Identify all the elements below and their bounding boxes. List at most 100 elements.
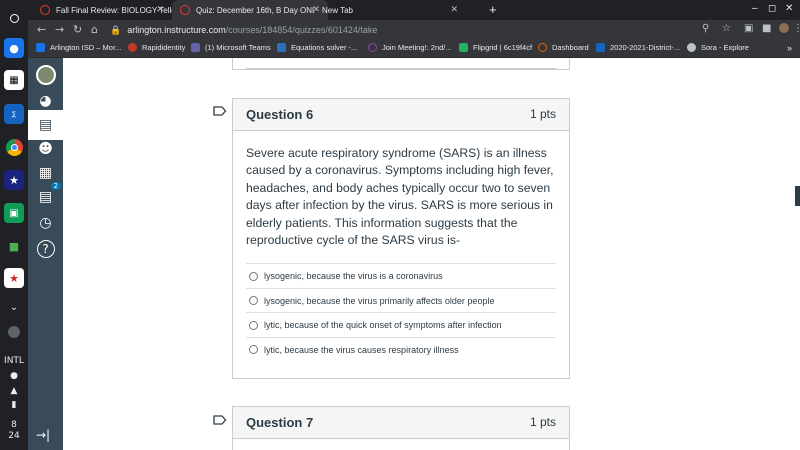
dashboard-icon: ◕ — [39, 93, 52, 109]
bookmark-favicon-icon — [36, 43, 45, 52]
menu-icon[interactable]: ⋮ — [793, 23, 800, 34]
help-icon: ? — [36, 240, 55, 258]
star-app-icon[interactable]: ★ — [4, 170, 24, 190]
scrollbar-thumb[interactable] — [795, 186, 800, 206]
minimize-icon[interactable]: – — [752, 3, 758, 14]
nav-help[interactable]: ? — [28, 234, 63, 264]
answer-option[interactable]: lysogenic, because the virus primarily a… — [246, 287, 556, 313]
forward-icon[interactable]: → — [55, 23, 64, 36]
question-text: Severe acute respiratory syndrome (SARS)… — [246, 146, 554, 248]
home-icon[interactable]: ⌂ — [91, 23, 98, 36]
question-card: Question 7 1 pts — [232, 406, 570, 450]
tab-label: Quiz: December 16th, B Day ONL — [196, 5, 314, 15]
tab-new-tab[interactable]: New Tab ✕ — [314, 0, 458, 20]
bookmark-favicon-icon — [459, 43, 468, 52]
back-icon[interactable]: ← — [37, 23, 46, 36]
tab-fall-final-review[interactable]: Fall Final Review: BIOLOGY-Tello ✕ — [32, 0, 172, 20]
radio-button[interactable] — [249, 345, 258, 355]
bookmark-item[interactable]: Rapididentity — [128, 43, 185, 52]
tab-quiz[interactable]: Quiz: December 16th, B Day ONL ✕ — [172, 0, 328, 20]
answer-option[interactable]: lysogenic, because the virus is a corona… — [246, 263, 556, 288]
question-header: Question 7 1 pts — [233, 407, 569, 439]
url-host: arlington.instructure.com — [127, 25, 226, 35]
bookmark-item[interactable]: Sora - Explore — [687, 43, 749, 52]
bookmark-item[interactable]: Join Meeting!: 2nd/... — [368, 43, 452, 52]
bookmark-favicon-icon — [596, 43, 605, 52]
canvas-global-nav: ◕ ▤ ☻ ▦ ▤ 2 ◷ ? →| — [28, 58, 63, 450]
question-points: 1 pts — [529, 415, 556, 429]
bookmark-favicon-icon — [687, 43, 696, 52]
battery-icon: ▮ — [11, 400, 17, 410]
wifi-icon: ▲ — [10, 386, 18, 396]
bookmarks-overflow-button[interactable]: » — [787, 43, 792, 53]
collapse-nav-button[interactable]: →| — [36, 428, 50, 442]
chevron-down-icon[interactable]: ⌄ — [4, 297, 24, 317]
answer-option[interactable]: lytic, because the virus causes respirat… — [246, 336, 556, 362]
question-title: Question 7 — [246, 415, 314, 430]
reload-icon[interactable]: ↻ — [73, 23, 82, 36]
tab-label: Fall Final Review: BIOLOGY-Tello — [56, 5, 172, 15]
question-points: 1 pts — [529, 107, 556, 121]
clock-minute[interactable]: 24 — [0, 431, 28, 441]
texas-app-icon[interactable]: ★ — [4, 268, 24, 288]
chromeos-shelf: ● ▦ ∑ ★ ▣ ■ ★ ⌄ INTL ● ▲ ▮ 8 24 — [0, 0, 28, 450]
profile-avatar[interactable] — [779, 23, 789, 36]
inbox-icon: ▤ — [38, 189, 53, 205]
assistant-icon[interactable] — [4, 322, 24, 342]
calculator-app-icon[interactable]: ∑ — [4, 104, 24, 124]
bookmark-item[interactable]: Flipgrid | 6c19f4cf — [459, 43, 532, 52]
answer-list: lysogenic, because the virus is a corona… — [246, 263, 556, 375]
browser-toolbar: ← → ↻ ⌂ 🔒 arlington.instructure.com/cour… — [28, 20, 800, 40]
previous-question-card — [232, 58, 570, 70]
bookmark-item[interactable]: Equations solver -... — [277, 43, 357, 52]
answer-label: lysogenic, because the virus primarily a… — [264, 295, 495, 306]
circle-launcher-icon[interactable] — [4, 8, 24, 28]
divider — [246, 68, 556, 69]
clock-hour[interactable]: 8 — [0, 420, 28, 430]
tab-strip: Fall Final Review: BIOLOGY-Tello ✕ Quiz:… — [28, 0, 800, 20]
bookmark-star-icon[interactable]: ☆ — [722, 23, 731, 34]
bookmark-favicon-icon — [277, 43, 286, 52]
inbox-badge: 2 — [50, 182, 61, 190]
meet-app-icon[interactable]: ● — [4, 38, 24, 58]
answer-label: lytic, because the virus causes respirat… — [264, 344, 459, 355]
close-window-icon[interactable]: ✕ — [785, 3, 793, 14]
flag-question-7-icon[interactable] — [213, 415, 227, 425]
question-card: Question 6 1 pts Severe acute respirator… — [232, 98, 570, 379]
question-title: Question 6 — [246, 107, 314, 122]
bookmark-item[interactable]: Dashboard — [538, 43, 589, 52]
extension-icon[interactable]: ▣ — [744, 23, 753, 34]
question-header: Question 6 1 pts — [233, 99, 569, 131]
page-scrollbar[interactable] — [792, 58, 800, 450]
lock-icon[interactable]: 🔒 — [110, 25, 121, 36]
address-bar[interactable]: 🔒 arlington.instructure.com/courses/1848… — [110, 22, 720, 38]
screen-app-icon[interactable]: ▣ — [4, 203, 24, 223]
bookmark-favicon-icon — [368, 43, 377, 52]
notification-icon[interactable]: ● — [0, 371, 28, 381]
puzzle-app-icon[interactable]: ■ — [4, 236, 24, 256]
radio-button[interactable] — [249, 296, 258, 306]
radio-button[interactable] — [249, 271, 258, 281]
bookmark-item[interactable]: 2020-2021-District-... — [596, 43, 680, 52]
extensions-puzzle-icon[interactable]: ■ — [762, 23, 771, 34]
answer-label: lytic, because of the quick onset of sym… — [264, 320, 502, 331]
quiz-content: Question 6 1 pts Severe acute respirator… — [63, 58, 792, 450]
new-tab-button[interactable]: + — [489, 2, 497, 17]
answer-option[interactable]: lytic, because of the quick onset of sym… — [246, 312, 556, 337]
zoom-icon[interactable]: ⚲ — [702, 23, 709, 34]
close-tab-icon[interactable]: ✕ — [156, 4, 164, 15]
flag-question-6-icon[interactable] — [213, 106, 227, 116]
bookmark-item[interactable]: Arlington ISD – Mor... — [36, 43, 121, 52]
canvas-favicon-icon — [40, 5, 50, 15]
tab-label: New Tab — [322, 5, 353, 15]
close-tab-icon[interactable]: ✕ — [450, 4, 458, 15]
radio-button[interactable] — [249, 320, 258, 330]
groups-icon: ☻ — [38, 141, 53, 157]
bookmark-favicon-icon — [538, 43, 547, 52]
restore-icon[interactable]: ◻ — [768, 3, 776, 14]
bookmark-item[interactable]: (1) Microsoft Teams — [191, 43, 271, 52]
input-method-label[interactable]: INTL — [0, 356, 28, 366]
qr-app-icon[interactable]: ▦ — [4, 70, 24, 90]
chrome-app-icon[interactable] — [4, 137, 24, 157]
bookmark-favicon-icon — [128, 43, 137, 52]
